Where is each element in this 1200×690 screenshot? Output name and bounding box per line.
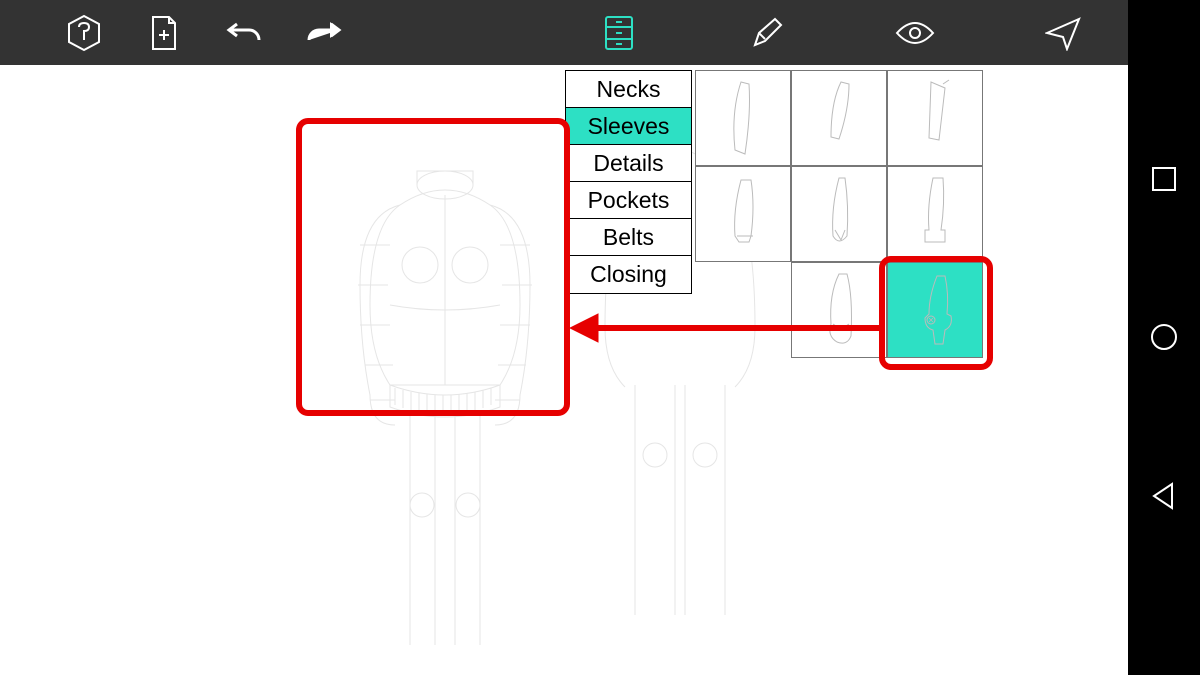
toolbar-center [595, 9, 1087, 57]
sleeve-thumbnail-grid [695, 70, 983, 358]
menu-label: Closing [590, 261, 667, 288]
new-file-icon[interactable] [140, 9, 188, 57]
eye-icon[interactable] [891, 9, 939, 57]
menu-item-belts[interactable]: Belts [566, 219, 691, 256]
menu-item-details[interactable]: Details [566, 145, 691, 182]
logo-icon[interactable] [60, 9, 108, 57]
menu-label: Pockets [588, 187, 670, 214]
sleeve-option-5[interactable] [791, 166, 887, 262]
menu-item-sleeves[interactable]: Sleeves [566, 108, 691, 145]
sleeve-option-7[interactable] [791, 262, 887, 358]
sleeve-option-8-selected[interactable] [887, 262, 983, 358]
menu-item-pockets[interactable]: Pockets [566, 182, 691, 219]
sleeve-option-2[interactable] [791, 70, 887, 166]
sleeve-empty [695, 262, 791, 358]
menu-label: Sleeves [588, 113, 670, 140]
cabinet-icon[interactable] [595, 9, 643, 57]
sleeve-option-4[interactable] [695, 166, 791, 262]
category-menu: Necks Sleeves Details Pockets Belts Clos… [565, 70, 692, 294]
undo-icon[interactable] [220, 9, 268, 57]
redo-icon[interactable] [300, 9, 348, 57]
menu-item-necks[interactable]: Necks [566, 71, 691, 108]
recent-apps-icon[interactable] [1140, 155, 1188, 203]
send-icon[interactable] [1039, 9, 1087, 57]
home-icon[interactable] [1140, 313, 1188, 361]
toolbar-left [0, 9, 348, 57]
sleeve-option-3[interactable] [887, 70, 983, 166]
android-nav-bar [1128, 0, 1200, 675]
sleeve-option-6[interactable] [887, 166, 983, 262]
menu-item-closing[interactable]: Closing [566, 256, 691, 293]
sleeve-option-1[interactable] [695, 70, 791, 166]
menu-label: Necks [597, 76, 661, 103]
back-icon[interactable] [1140, 472, 1188, 520]
pencil-icon[interactable] [743, 9, 791, 57]
menu-label: Details [593, 150, 663, 177]
top-toolbar [0, 0, 1128, 65]
menu-label: Belts [603, 224, 654, 251]
